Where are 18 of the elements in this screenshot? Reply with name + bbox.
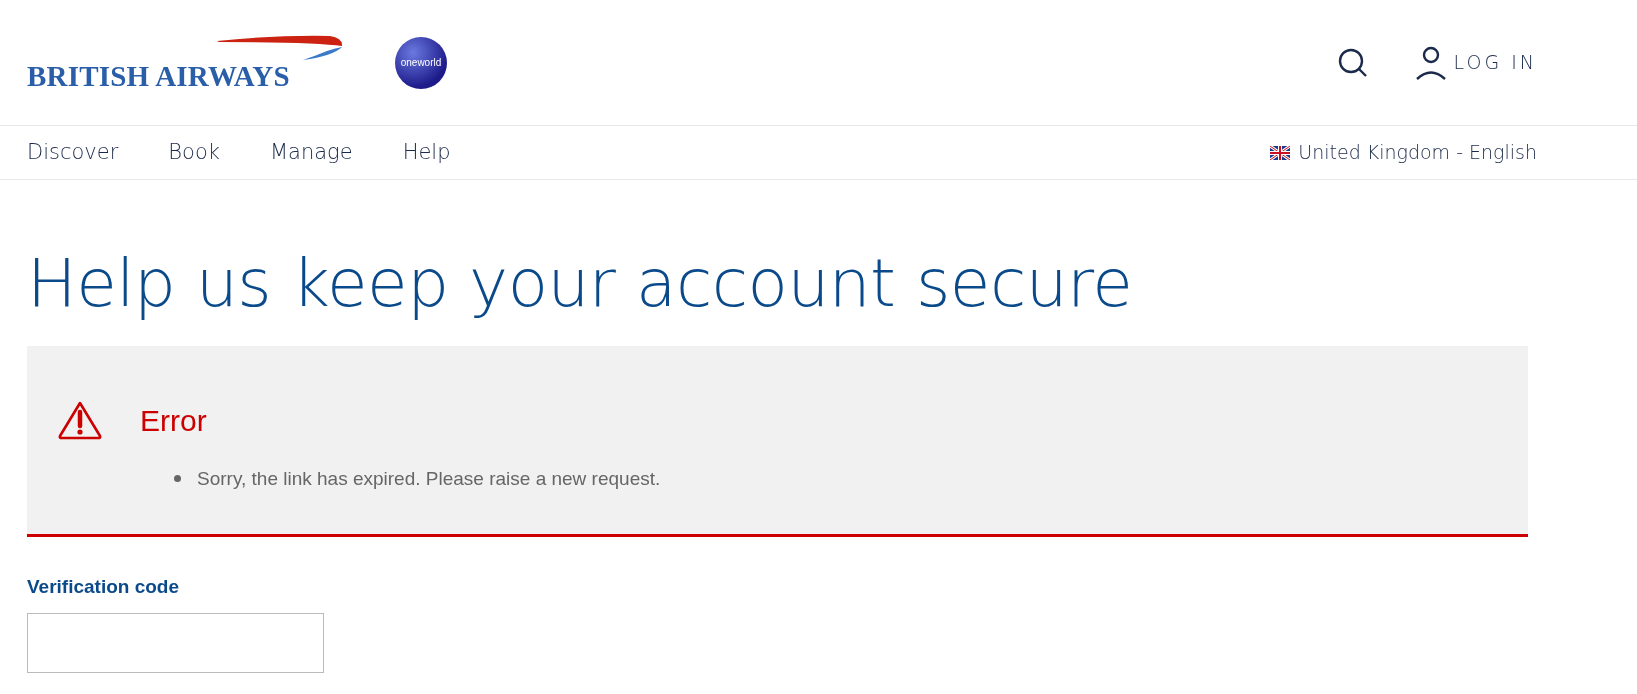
- input-field[interactable]: [27, 613, 324, 674]
- login-link[interactable]: LOG IN: [1415, 45, 1537, 80]
- nav-link[interactable]: Book: [168, 136, 220, 169]
- nav-link[interactable]: Manage: [269, 136, 353, 169]
- page-title: Help us keep your account secure: [27, 248, 1134, 321]
- bullet-icon: [174, 475, 181, 483]
- field-label: Verification code: [27, 574, 181, 599]
- nav-link[interactable]: Help: [402, 136, 451, 169]
- error-message: Sorry, the link has expired. Please raise a new request.: [197, 466, 661, 491]
- airline-logo-text[interactable]: BRITISH AIRWAYS: [27, 62, 347, 91]
- warning-icon: [57, 400, 103, 441]
- alliance-logo: oneworld: [395, 36, 447, 89]
- nav-link[interactable]: Discover: [27, 136, 119, 169]
- flag-icon: [1270, 145, 1291, 160]
- search-icon[interactable]: [1337, 47, 1368, 78]
- locale-selector[interactable]: United Kingdom - English: [1270, 138, 1537, 167]
- user-icon: [1415, 45, 1446, 80]
- error-title: Error: [140, 402, 207, 439]
